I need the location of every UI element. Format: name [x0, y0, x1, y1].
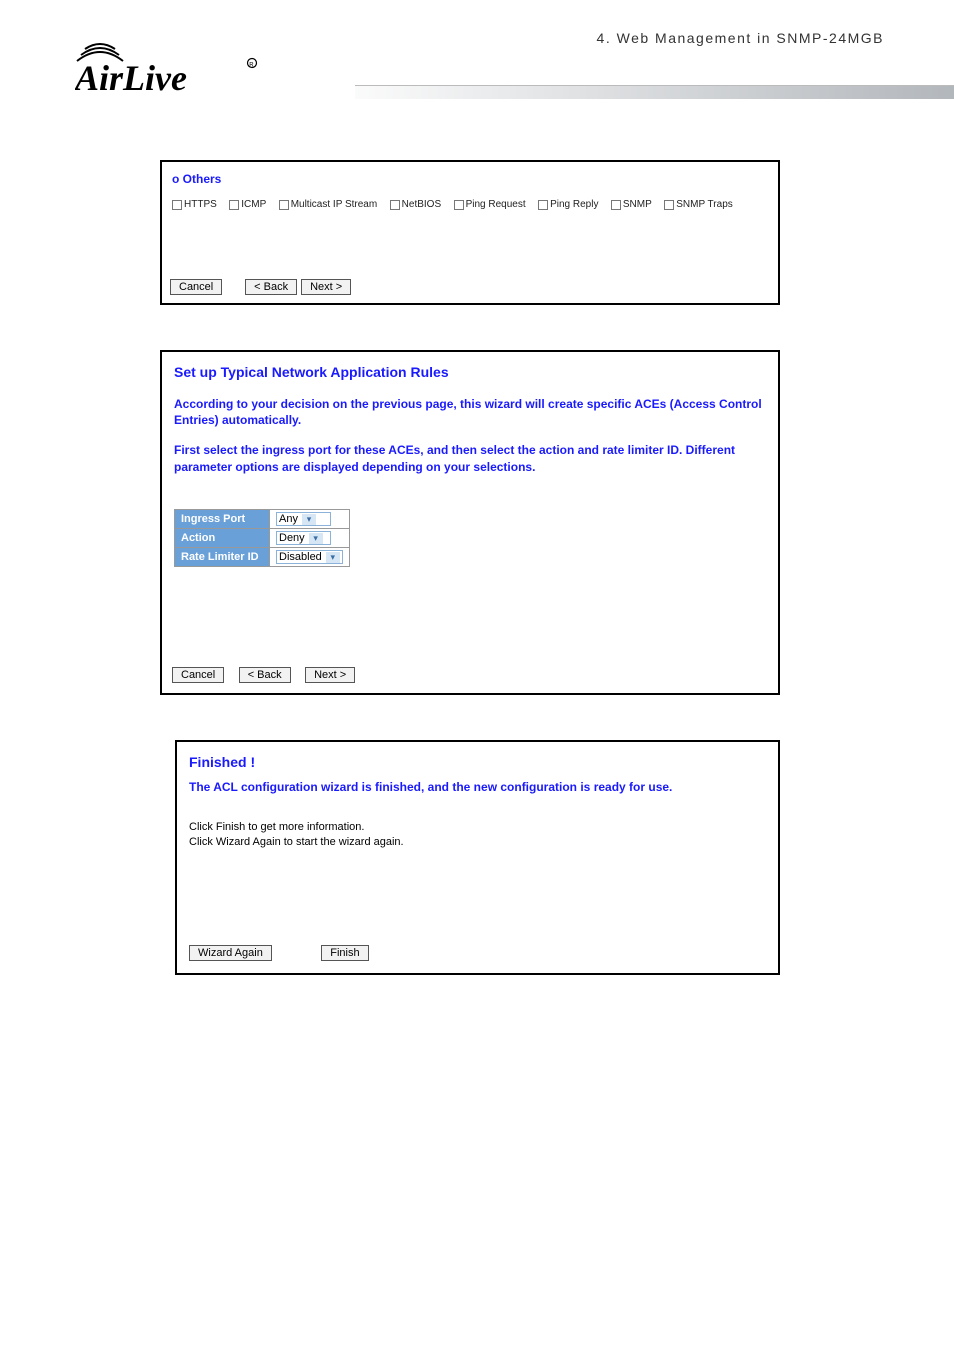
next-button[interactable]: Next >: [305, 667, 355, 683]
checkbox-netbios-label: NetBIOS: [402, 199, 441, 210]
back-button[interactable]: < Back: [239, 667, 291, 683]
action-label: Action: [175, 528, 270, 547]
setup-panel: Set up Typical Network Application Rules…: [160, 350, 780, 695]
ingress-port-cell: Any ▾: [270, 509, 350, 528]
setup-desc2: First select the ingress port for these …: [162, 438, 778, 478]
ingress-port-label: Ingress Port: [175, 509, 270, 528]
chevron-down-icon: ▾: [309, 533, 323, 544]
checkbox-ping-request[interactable]: [454, 200, 464, 210]
svg-text:AirLive: AirLive: [75, 58, 187, 98]
cancel-button[interactable]: Cancel: [172, 667, 224, 683]
finish-button[interactable]: Finish: [321, 945, 368, 961]
finished-info2: Click Wizard Again to start the wizard a…: [177, 835, 778, 850]
checkbox-multicast[interactable]: [279, 200, 289, 210]
checkbox-https-label: HTTPS: [184, 199, 217, 210]
cancel-button[interactable]: Cancel: [170, 279, 222, 295]
action-select[interactable]: Deny ▾: [276, 531, 331, 545]
finished-subtitle: The ACL configuration wizard is finished…: [177, 776, 778, 814]
action-cell: Deny ▾: [270, 528, 350, 547]
checkbox-icmp-label: ICMP: [241, 199, 266, 210]
next-button[interactable]: Next >: [301, 279, 351, 295]
others-panel: o Others HTTPS ICMP Multicast IP Stream …: [160, 160, 780, 305]
checkbox-multicast-label: Multicast IP Stream: [291, 199, 378, 210]
ingress-port-value: Any: [279, 513, 298, 525]
checkbox-ping-request-label: Ping Request: [466, 199, 526, 210]
setup-title: Set up Typical Network Application Rules: [162, 352, 778, 392]
rate-limiter-label: Rate Limiter ID: [175, 547, 270, 566]
panel1-button-row: Cancel < BackNext >: [170, 277, 355, 295]
panel3-button-row: Wizard Again Finish: [189, 943, 414, 961]
param-table: Ingress Port Any ▾ Action Deny ▾ Rate Limi…: [174, 509, 350, 567]
finished-panel: Finished ! The ACL configuration wizard …: [175, 740, 780, 975]
ingress-port-select[interactable]: Any ▾: [276, 512, 331, 526]
rate-limiter-value: Disabled: [279, 551, 322, 563]
checkbox-snmp[interactable]: [611, 200, 621, 210]
wizard-again-button[interactable]: Wizard Again: [189, 945, 272, 961]
checkbox-https[interactable]: [172, 200, 182, 210]
back-button[interactable]: < Back: [245, 279, 297, 295]
chevron-down-icon: ▾: [302, 514, 316, 525]
setup-desc1: According to your decision on the previo…: [162, 392, 778, 432]
checkbox-ping-reply[interactable]: [538, 200, 548, 210]
checkbox-snmp-traps-label: SNMP Traps: [676, 199, 733, 210]
brand-logo: AirLive R: [75, 35, 270, 105]
checkbox-ping-reply-label: Ping Reply: [550, 199, 598, 210]
rate-limiter-cell: Disabled ▾: [270, 547, 350, 566]
others-checkbox-row: HTTPS ICMP Multicast IP Stream NetBIOS P…: [162, 192, 778, 224]
finished-title: Finished !: [177, 742, 778, 776]
checkbox-snmp-label: SNMP: [623, 199, 652, 210]
header-divider: [355, 85, 954, 99]
header-section-title: 4. Web Management in SNMP-24MGB: [597, 30, 884, 46]
checkbox-icmp[interactable]: [229, 200, 239, 210]
panel2-button-row: Cancel < Back Next >: [172, 665, 365, 683]
checkbox-snmp-traps[interactable]: [664, 200, 674, 210]
svg-text:R: R: [249, 63, 254, 69]
others-title: o Others: [162, 162, 778, 192]
chevron-down-icon: ▾: [326, 552, 340, 563]
finished-info1: Click Finish to get more information.: [177, 814, 778, 835]
checkbox-netbios[interactable]: [390, 200, 400, 210]
action-value: Deny: [279, 532, 305, 544]
rate-limiter-select[interactable]: Disabled ▾: [276, 550, 343, 564]
